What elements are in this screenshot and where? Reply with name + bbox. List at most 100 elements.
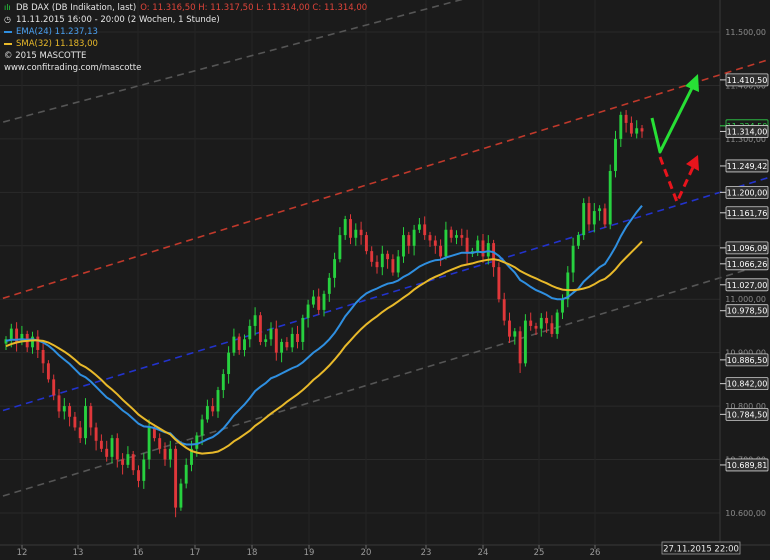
price-tag-label: 10.784,50 — [727, 410, 768, 419]
ema-swatch — [4, 31, 12, 33]
candle-body — [290, 333, 294, 348]
candle-body — [317, 296, 321, 310]
candle-body — [614, 138, 617, 171]
candle-body — [327, 277, 331, 294]
candle-body — [99, 440, 103, 449]
candle-body — [349, 219, 352, 238]
candle-body — [534, 325, 538, 329]
candle-body — [582, 203, 586, 236]
candle-body — [131, 454, 135, 471]
price-tag-label: 11.027,00 — [727, 281, 768, 290]
x-tick-label: 16 — [133, 548, 144, 558]
candle-body — [73, 416, 77, 428]
candle-body — [481, 240, 485, 257]
candle-body — [52, 379, 56, 396]
candle-body — [248, 325, 252, 340]
copyright-text: © 2015 MASCOTTE — [4, 51, 87, 61]
candle-body — [465, 237, 469, 254]
candle-body — [539, 317, 543, 329]
x-tick-label: 12 — [17, 548, 28, 558]
candle-body — [46, 363, 50, 380]
candle-body — [375, 261, 379, 268]
candle-body — [608, 170, 612, 225]
candle-body — [640, 128, 644, 132]
legend-instrument-row: ılı DB DAX (DB Indikation, last) O: 11.3… — [4, 2, 367, 14]
candle-body — [94, 427, 98, 441]
footer-date: 27.11.2015 22:00 — [663, 545, 739, 555]
candle-body — [555, 312, 559, 334]
candle-body — [36, 336, 40, 350]
candle-body — [364, 235, 368, 252]
price-tag-label: 11.249,42 — [727, 162, 768, 171]
candle-body — [423, 224, 427, 236]
sma-swatch — [4, 43, 12, 45]
candle-body — [68, 406, 72, 417]
candle-body — [518, 331, 522, 364]
candle-body — [587, 203, 591, 225]
price-tag-label: 10.886,50 — [727, 356, 768, 365]
candle-body — [343, 219, 347, 236]
candle-body — [200, 419, 204, 436]
candle-body — [444, 229, 448, 257]
candle-body — [163, 448, 167, 460]
chart-legend: ılı DB DAX (DB Indikation, last) O: 11.3… — [4, 2, 367, 74]
candle-body — [205, 406, 209, 420]
candle-body — [449, 229, 453, 238]
candlestick-icon: ılı — [4, 3, 11, 12]
price-chart: 11.500,0011.400,0011.300,0011.200,0011.1… — [0, 0, 770, 560]
y-tick-label: 10.600,00 — [725, 509, 766, 518]
sma-label: SMA(32) 11.183,00 — [16, 39, 98, 49]
candle-body — [301, 317, 305, 342]
y-tick-label: 11.500,00 — [725, 28, 766, 37]
candle-body — [492, 243, 496, 268]
candle-body — [359, 229, 363, 236]
candle-body — [296, 333, 299, 342]
ohlc-values: O: 11.316,50 H: 11.317,50 L: 11.314,00 C… — [140, 3, 368, 13]
candle-body — [243, 339, 246, 350]
candle-body — [497, 267, 501, 300]
candle-body — [9, 328, 13, 340]
candle-body — [311, 296, 315, 305]
x-tick-label: 25 — [534, 548, 545, 558]
price-tag-label: 11.410,50 — [727, 76, 768, 85]
candle-body — [402, 235, 405, 257]
candle-body — [428, 235, 432, 241]
x-tick-label: 24 — [478, 548, 489, 558]
candle-body — [523, 320, 527, 364]
candle-body — [274, 328, 278, 353]
candle-body — [121, 459, 125, 465]
candle-body — [280, 341, 284, 353]
clock-icon: ◷ — [4, 15, 11, 24]
candle-body — [460, 235, 464, 238]
candle-body — [576, 235, 580, 246]
candle-body — [417, 224, 421, 230]
candle-body — [269, 328, 273, 340]
candle-body — [221, 374, 225, 391]
price-tag-label: 11.066,26 — [727, 260, 768, 269]
price-tag-label: 11.200,00 — [727, 188, 768, 197]
candle-body — [386, 253, 390, 260]
legend-ema-row: EMA(24) 11.237,13 — [4, 26, 367, 38]
candle-body — [211, 406, 215, 412]
candle-body — [57, 395, 61, 412]
x-tick-label: 26 — [590, 548, 601, 558]
candle-body — [529, 320, 533, 326]
candle-body — [486, 243, 490, 257]
candle-body — [158, 438, 162, 449]
candle-body — [391, 259, 395, 273]
candle-body — [502, 299, 506, 321]
candle-body — [31, 336, 34, 348]
price-tag-label: 10.689,81 — [727, 461, 768, 470]
price-tag-label: 11.314,00 — [727, 127, 768, 136]
candle-body — [476, 240, 480, 252]
time-footer: 27.11.2015 22:00 — [661, 541, 741, 555]
price-tag-label: 11.096,09 — [727, 244, 768, 253]
candle-body — [142, 459, 146, 481]
candle-body — [253, 315, 257, 326]
legend-sma-row: SMA(32) 11.183,00 — [4, 38, 367, 50]
x-tick-label: 20 — [361, 548, 372, 558]
candle-body — [110, 438, 114, 457]
x-tick-label: 13 — [73, 548, 84, 558]
candle-body — [41, 349, 45, 364]
candle-body — [407, 235, 411, 246]
